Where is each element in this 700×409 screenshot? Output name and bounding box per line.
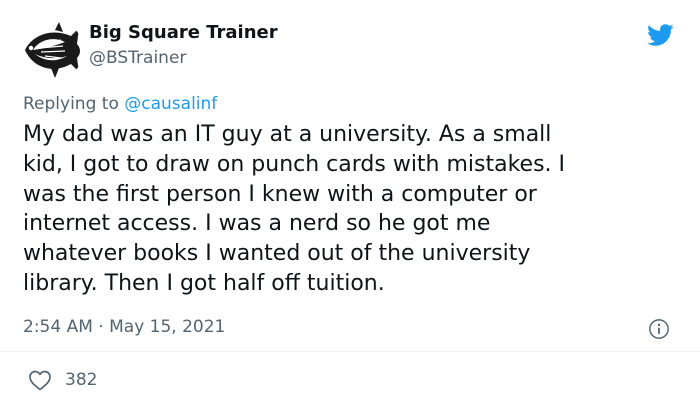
reply-mention-link[interactable]: @causalinf [124,94,217,114]
author-info: Big Square Trainer @BSTrainer [89,22,278,69]
avatar[interactable] [19,18,83,82]
tweet-text: My dad was an IT guy at a university. As… [23,122,566,296]
like-count: 382 [65,370,98,390]
divider [0,351,700,352]
tweet-card: Big Square Trainer @BSTrainer Replying t… [0,0,700,409]
like-button[interactable]: 382 [28,368,97,392]
tweet-time: 2:54 AM [23,317,93,337]
fish-logo-icon [25,22,80,78]
reply-context: Replying to @causalinf [23,92,217,116]
twitter-bird-icon[interactable] [644,21,676,49]
info-icon[interactable] [648,318,670,340]
author-name[interactable]: Big Square Trainer [89,22,278,44]
timestamp-separator: · [98,317,104,337]
reply-prefix: Replying to [23,94,119,114]
tweet-date: May 15, 2021 [109,317,226,337]
heart-icon [29,370,51,391]
tweet-timestamp[interactable]: 2:54 AM · May 15, 2021 [23,315,225,339]
author-handle[interactable]: @BSTrainer [89,47,278,69]
